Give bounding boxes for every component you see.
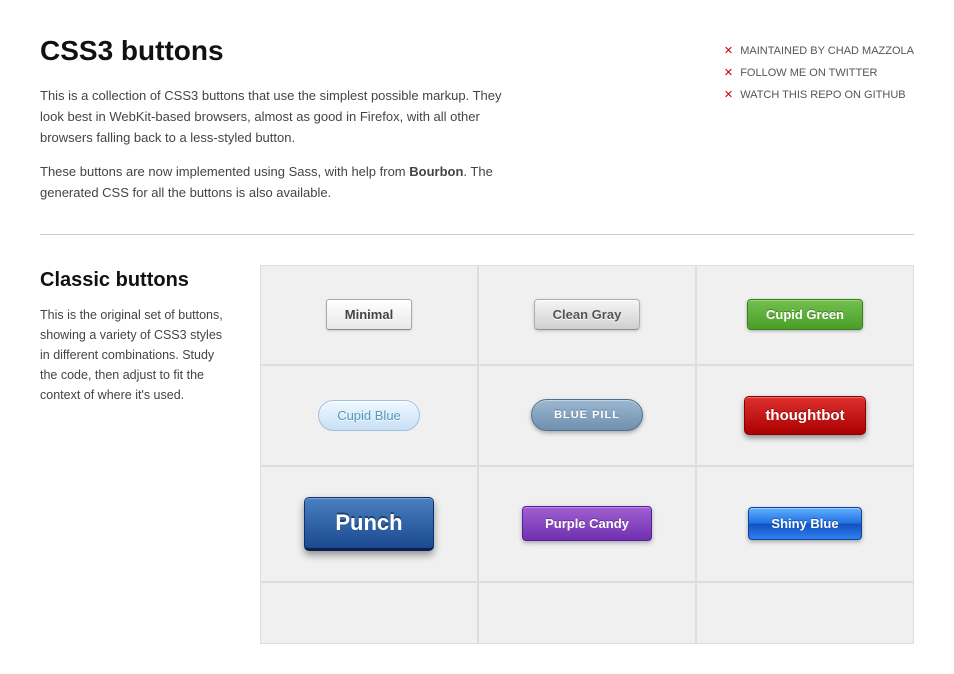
x-icon-1: ✕: [724, 45, 733, 57]
clean-gray-button[interactable]: Clean Gray: [534, 299, 641, 330]
punch-button[interactable]: Punch: [304, 497, 433, 551]
button-cell-cupid-green: Cupid Green: [696, 265, 914, 365]
header-link-3-label: WATCH THIS REPO ON GITHUB: [740, 89, 905, 101]
cupid-green-button[interactable]: Cupid Green: [747, 299, 863, 330]
button-cell-placeholder-1: [260, 582, 478, 644]
button-cell-punch: Punch: [260, 466, 478, 582]
desc2-bold: Bourbon: [409, 164, 463, 179]
classic-desc-text: This is the original set of buttons, sho…: [40, 305, 230, 405]
classic-title: Classic buttons: [40, 265, 230, 295]
button-cell-cupid-blue: Cupid Blue: [260, 365, 478, 466]
shiny-blue-button[interactable]: Shiny Blue: [748, 507, 861, 540]
button-cell-purple-candy: Purple Candy: [478, 466, 696, 582]
minimal-button[interactable]: Minimal: [326, 299, 412, 330]
header-link-1-label: MAINTAINED BY CHAD MAZZOLA: [740, 45, 914, 57]
header-description-1: This is a collection of CSS3 buttons tha…: [40, 86, 520, 148]
button-cell-clean-gray: Clean Gray: [478, 265, 696, 365]
button-cell-minimal: Minimal: [260, 265, 478, 365]
header-description-2: These buttons are now implemented using …: [40, 162, 520, 204]
page-wrapper: CSS3 buttons This is a collection of CSS…: [0, 0, 954, 674]
x-icon-2: ✕: [724, 67, 733, 79]
button-cell-placeholder-2: [478, 582, 696, 644]
button-cell-shiny-blue: Shiny Blue: [696, 466, 914, 582]
header-link-1[interactable]: ✕ MAINTAINED BY CHAD MAZZOLA: [724, 40, 914, 62]
desc2-prefix: These buttons are now implemented using …: [40, 164, 409, 179]
page-title: CSS3 buttons: [40, 30, 520, 72]
x-icon-3: ✕: [724, 89, 733, 101]
classic-section: Classic buttons This is the original set…: [40, 265, 914, 644]
button-cell-blue-pill: BLUE PILL: [478, 365, 696, 466]
purple-candy-button[interactable]: Purple Candy: [522, 506, 652, 541]
header-link-3[interactable]: ✕ WATCH THIS REPO ON GITHUB: [724, 84, 914, 106]
header-right: ✕ MAINTAINED BY CHAD MAZZOLA ✕ FOLLOW ME…: [724, 30, 914, 106]
cupid-blue-button[interactable]: Cupid Blue: [318, 400, 420, 431]
button-grid: Minimal Clean Gray Cupid Green Cupid Blu…: [260, 265, 914, 644]
button-cell-thoughtbot: thoughtbot: [696, 365, 914, 466]
classic-description: Classic buttons This is the original set…: [40, 265, 260, 644]
header-left: CSS3 buttons This is a collection of CSS…: [40, 30, 520, 204]
button-cell-placeholder-3: [696, 582, 914, 644]
header-link-2[interactable]: ✕ FOLLOW ME ON TWITTER: [724, 62, 914, 84]
blue-pill-button[interactable]: BLUE PILL: [531, 399, 643, 431]
header-link-2-label: FOLLOW ME ON TWITTER: [740, 67, 877, 79]
section-divider: [40, 234, 914, 235]
thoughtbot-button[interactable]: thoughtbot: [744, 396, 865, 435]
header-section: CSS3 buttons This is a collection of CSS…: [40, 30, 914, 204]
